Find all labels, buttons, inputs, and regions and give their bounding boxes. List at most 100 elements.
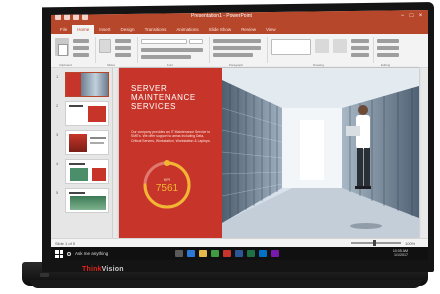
font-family-select[interactable] xyxy=(141,39,187,44)
tab-insert[interactable]: Insert xyxy=(94,25,115,34)
group-label-drawing: Drawing xyxy=(313,63,325,67)
onenote-icon[interactable] xyxy=(271,250,279,257)
edge-icon[interactable] xyxy=(187,250,195,257)
ribbon: Clipboard Slides Font Paragraph Drawing … xyxy=(51,34,428,68)
tab-file[interactable]: File xyxy=(55,25,72,34)
ribbon-separator xyxy=(373,37,374,63)
tab-design[interactable]: Design xyxy=(116,25,140,34)
layout-button[interactable] xyxy=(115,39,131,43)
slide-body-text[interactable]: Our company provides an IT Maintenance S… xyxy=(131,130,213,143)
group-label-editing: Editing xyxy=(381,63,391,67)
window-title: Presentation1 - PowerPoint xyxy=(191,13,252,19)
outlook-icon[interactable] xyxy=(259,250,267,257)
tab-review[interactable]: Review xyxy=(236,25,261,34)
slide-thumbnail[interactable] xyxy=(65,72,109,97)
slide-title[interactable]: SERVER MAINTENANCE SERVICES xyxy=(131,84,221,111)
zoom-level[interactable]: 100% xyxy=(405,241,415,246)
customize-qat-icon[interactable] xyxy=(82,14,88,20)
brand-suffix: Vision xyxy=(101,266,124,273)
task-view-icon[interactable] xyxy=(175,250,183,257)
tab-slide-show[interactable]: Slide Show xyxy=(204,25,237,34)
screen: Presentation1 - PowerPoint − □ × File Ho… xyxy=(51,10,428,260)
undo-icon[interactable] xyxy=(64,14,70,20)
gauge-label: KPI xyxy=(164,177,170,182)
status-bar: Slide 1 of 5 100% xyxy=(51,238,428,247)
minimize-button[interactable]: − xyxy=(399,13,406,20)
text-direction-buttons[interactable] xyxy=(213,53,253,57)
thumb-number: 5 xyxy=(56,190,59,195)
slide-red-panel: SERVER MAINTENANCE SERVICES Our company … xyxy=(119,68,222,238)
tab-view[interactable]: View xyxy=(261,25,281,34)
font-size-select[interactable] xyxy=(189,39,203,44)
slide-thumbnail[interactable] xyxy=(65,101,109,126)
monitor-stand-foot xyxy=(30,280,422,288)
slide-canvas[interactable]: SERVER MAINTENANCE SERVICES Our company … xyxy=(119,68,419,238)
gauge-value: 7561 xyxy=(156,183,179,194)
replace-button[interactable] xyxy=(377,46,399,50)
clock-date: 1/1/2017 xyxy=(394,253,408,258)
powerpoint-icon[interactable] xyxy=(223,250,231,257)
cut-button[interactable] xyxy=(73,39,89,43)
gauge-marker xyxy=(164,160,170,166)
windows-start-icon[interactable] xyxy=(55,250,63,258)
format-painter-button[interactable] xyxy=(73,53,89,57)
group-label-slides: Slides xyxy=(107,63,116,67)
copy-button[interactable] xyxy=(73,46,89,50)
close-button[interactable]: × xyxy=(417,13,424,20)
brand-logo: ThinkVision xyxy=(82,266,124,273)
thumb-number: 2 xyxy=(56,103,59,108)
slide-thumbnail[interactable] xyxy=(65,130,109,155)
zoom-slider[interactable] xyxy=(351,242,401,244)
group-label-clipboard: Clipboard xyxy=(59,63,72,67)
shapes-gallery[interactable] xyxy=(271,39,311,55)
shape-effects-button[interactable] xyxy=(351,53,369,57)
ribbon-separator xyxy=(137,37,138,63)
slide-thumbnails-pane: 1 2 3 4 5 xyxy=(51,68,113,238)
zoom-slider-handle[interactable] xyxy=(373,240,376,246)
font-style-buttons[interactable] xyxy=(141,48,203,52)
maximize-button[interactable]: □ xyxy=(408,13,415,20)
ribbon-separator xyxy=(209,37,210,63)
font-color-buttons[interactable] xyxy=(141,55,191,59)
redo-icon[interactable] xyxy=(73,14,79,20)
arrange-button[interactable] xyxy=(315,39,329,53)
store-icon[interactable] xyxy=(211,250,219,257)
excel-icon[interactable] xyxy=(247,250,255,257)
ribbon-separator xyxy=(267,37,268,63)
list-buttons[interactable] xyxy=(213,39,261,43)
alignment-buttons[interactable] xyxy=(213,46,261,50)
brand-prefix: Think xyxy=(82,266,102,273)
select-button[interactable] xyxy=(377,53,399,57)
section-button[interactable] xyxy=(115,53,131,57)
slide-title-line: SERVER xyxy=(131,84,168,93)
ribbon-separator xyxy=(95,37,96,63)
search-placeholder: Ask me anything xyxy=(75,251,109,256)
tab-home[interactable]: Home xyxy=(72,25,95,34)
word-icon[interactable] xyxy=(235,250,243,257)
ribbon-tabs: File Home Insert Design Transitions Anim… xyxy=(51,24,428,34)
search-icon xyxy=(67,251,71,256)
find-button[interactable] xyxy=(377,39,399,43)
file-explorer-icon[interactable] xyxy=(199,250,207,257)
reset-button[interactable] xyxy=(115,46,131,50)
new-slide-button[interactable] xyxy=(99,39,111,53)
slide-thumbnail[interactable] xyxy=(65,159,109,184)
kpi-gauge: KPI 7561 xyxy=(143,160,191,209)
thumb-number: 1 xyxy=(56,74,59,79)
usb-c-port xyxy=(40,273,49,277)
tab-transitions[interactable]: Transitions xyxy=(140,25,172,34)
slide-title-line: MAINTENANCE xyxy=(131,93,196,102)
paste-icon[interactable] xyxy=(55,38,69,56)
cortana-search-box[interactable]: Ask me anything xyxy=(67,249,147,258)
taskbar: Ask me anything 10:05 AM 1/1/2017 xyxy=(51,247,428,260)
group-label-paragraph: Paragraph xyxy=(229,63,244,67)
thumb-number: 3 xyxy=(56,132,59,137)
slide-counter: Slide 1 of 5 xyxy=(55,241,76,246)
thumb-number: 4 xyxy=(56,161,59,166)
slide-thumbnail[interactable] xyxy=(65,188,109,213)
quick-styles-button[interactable] xyxy=(333,39,347,53)
shape-outline-button[interactable] xyxy=(351,46,369,50)
shape-fill-button[interactable] xyxy=(351,39,369,43)
tab-animations[interactable]: Animations xyxy=(171,25,203,34)
system-clock[interactable]: 10:05 AM 1/1/2017 xyxy=(393,249,408,258)
